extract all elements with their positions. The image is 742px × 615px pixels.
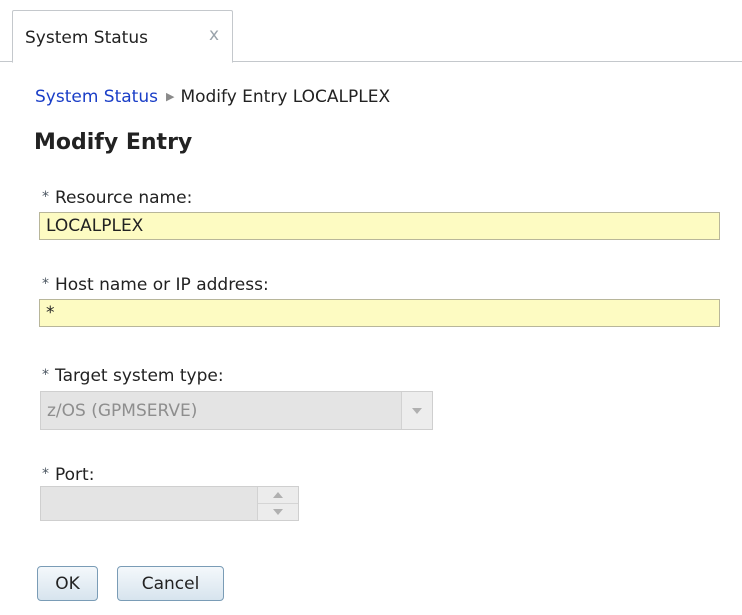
page-title: Modify Entry: [34, 130, 193, 155]
target-system-type-label-text: Target system type:: [55, 366, 224, 386]
tab-label[interactable]: System Status: [25, 28, 148, 48]
ok-button[interactable]: OK: [37, 566, 98, 601]
port-label-text: Port:: [55, 465, 95, 485]
host-input[interactable]: *: [39, 299, 720, 327]
host-label: * Host name or IP address:: [42, 275, 269, 295]
breadcrumb-link-system-status[interactable]: System Status: [35, 87, 158, 107]
tab-bar: System Status x: [0, 0, 742, 63]
breadcrumb-current: Modify Entry LOCALPLEX: [180, 87, 391, 107]
close-icon[interactable]: x: [209, 27, 219, 44]
breadcrumb: System Status ▶ Modify Entry LOCALPLEX: [35, 87, 390, 107]
target-system-type-select[interactable]: z/OS (GPMSERVE): [40, 391, 433, 430]
required-asterisk-icon: *: [42, 189, 49, 205]
spinner-down-button[interactable]: [258, 504, 298, 520]
host-label-text: Host name or IP address:: [55, 275, 269, 295]
arrow-down-icon: [273, 509, 283, 515]
resource-name-label: * Resource name:: [42, 188, 192, 208]
cancel-button[interactable]: Cancel: [117, 566, 224, 601]
required-asterisk-icon: *: [42, 466, 49, 482]
triangle-right-icon: ▶: [165, 90, 175, 103]
dropdown-arrow-button[interactable]: [401, 392, 432, 429]
resource-name-input[interactable]: LOCALPLEX: [39, 212, 720, 240]
resource-name-label-text: Resource name:: [55, 188, 193, 208]
tab-system-status[interactable]: System Status x: [12, 10, 233, 63]
target-system-type-label: * Target system type:: [42, 366, 224, 386]
required-asterisk-icon: *: [42, 367, 49, 383]
spinner-up-button[interactable]: [258, 487, 298, 504]
target-system-type-value: z/OS (GPMSERVE): [47, 401, 198, 421]
required-asterisk-icon: *: [42, 276, 49, 292]
chevron-down-icon: [412, 408, 422, 414]
port-spinner[interactable]: [40, 486, 299, 521]
arrow-up-icon: [273, 492, 283, 498]
port-label: * Port:: [42, 465, 94, 485]
spinner-buttons: [257, 487, 298, 520]
